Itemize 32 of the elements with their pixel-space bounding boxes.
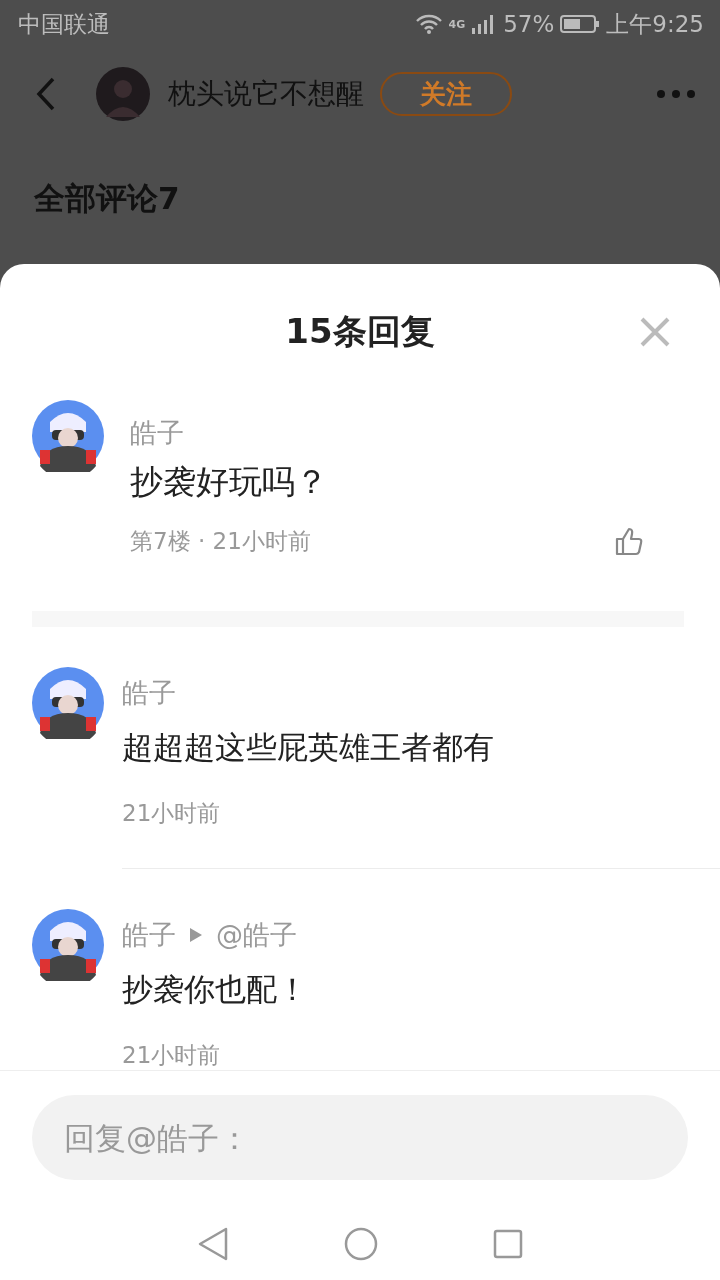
section-title: 全部评论7	[34, 180, 180, 216]
mention[interactable]: @皓子	[216, 915, 297, 955]
avatar[interactable]	[32, 667, 104, 739]
sheet-title: 15条回复	[285, 310, 435, 353]
close-icon[interactable]	[640, 317, 670, 347]
avatar[interactable]	[32, 400, 104, 472]
back-icon[interactable]	[36, 77, 56, 111]
network-type: 4G	[448, 17, 466, 31]
battery-icon	[560, 14, 601, 34]
follow-button[interactable]: 关注	[380, 72, 512, 116]
username[interactable]: 皓子	[122, 673, 176, 713]
username[interactable]: 皓子	[122, 915, 176, 955]
reply-input[interactable]: 回复@皓子：	[32, 1095, 688, 1180]
username[interactable]: 枕头说它不想醒	[168, 75, 364, 113]
clock: 上午9:25	[606, 9, 704, 39]
comment-meta: 第7楼 · 21小时前	[130, 527, 311, 556]
username[interactable]: 皓子	[130, 413, 184, 453]
thumbs-up-icon[interactable]	[614, 526, 644, 556]
home-nav-icon[interactable]	[344, 1227, 378, 1261]
reply-text: 超超超这些屁英雄王者都有	[122, 728, 494, 767]
wifi-icon	[414, 13, 443, 35]
reply-time: 21小时前	[122, 1041, 221, 1070]
play-arrow-icon	[190, 928, 202, 942]
back-nav-icon[interactable]	[197, 1227, 230, 1261]
recents-nav-icon[interactable]	[492, 1229, 523, 1259]
reply-text: 抄袭你也配！	[122, 970, 308, 1009]
more-icon[interactable]	[656, 89, 696, 99]
comment-text: 抄袭好玩吗？	[130, 461, 328, 503]
battery-percent: 57%	[503, 11, 555, 37]
carrier-name: 中国联通	[18, 9, 110, 39]
reply-time: 21小时前	[122, 799, 221, 828]
avatar[interactable]	[32, 909, 104, 981]
